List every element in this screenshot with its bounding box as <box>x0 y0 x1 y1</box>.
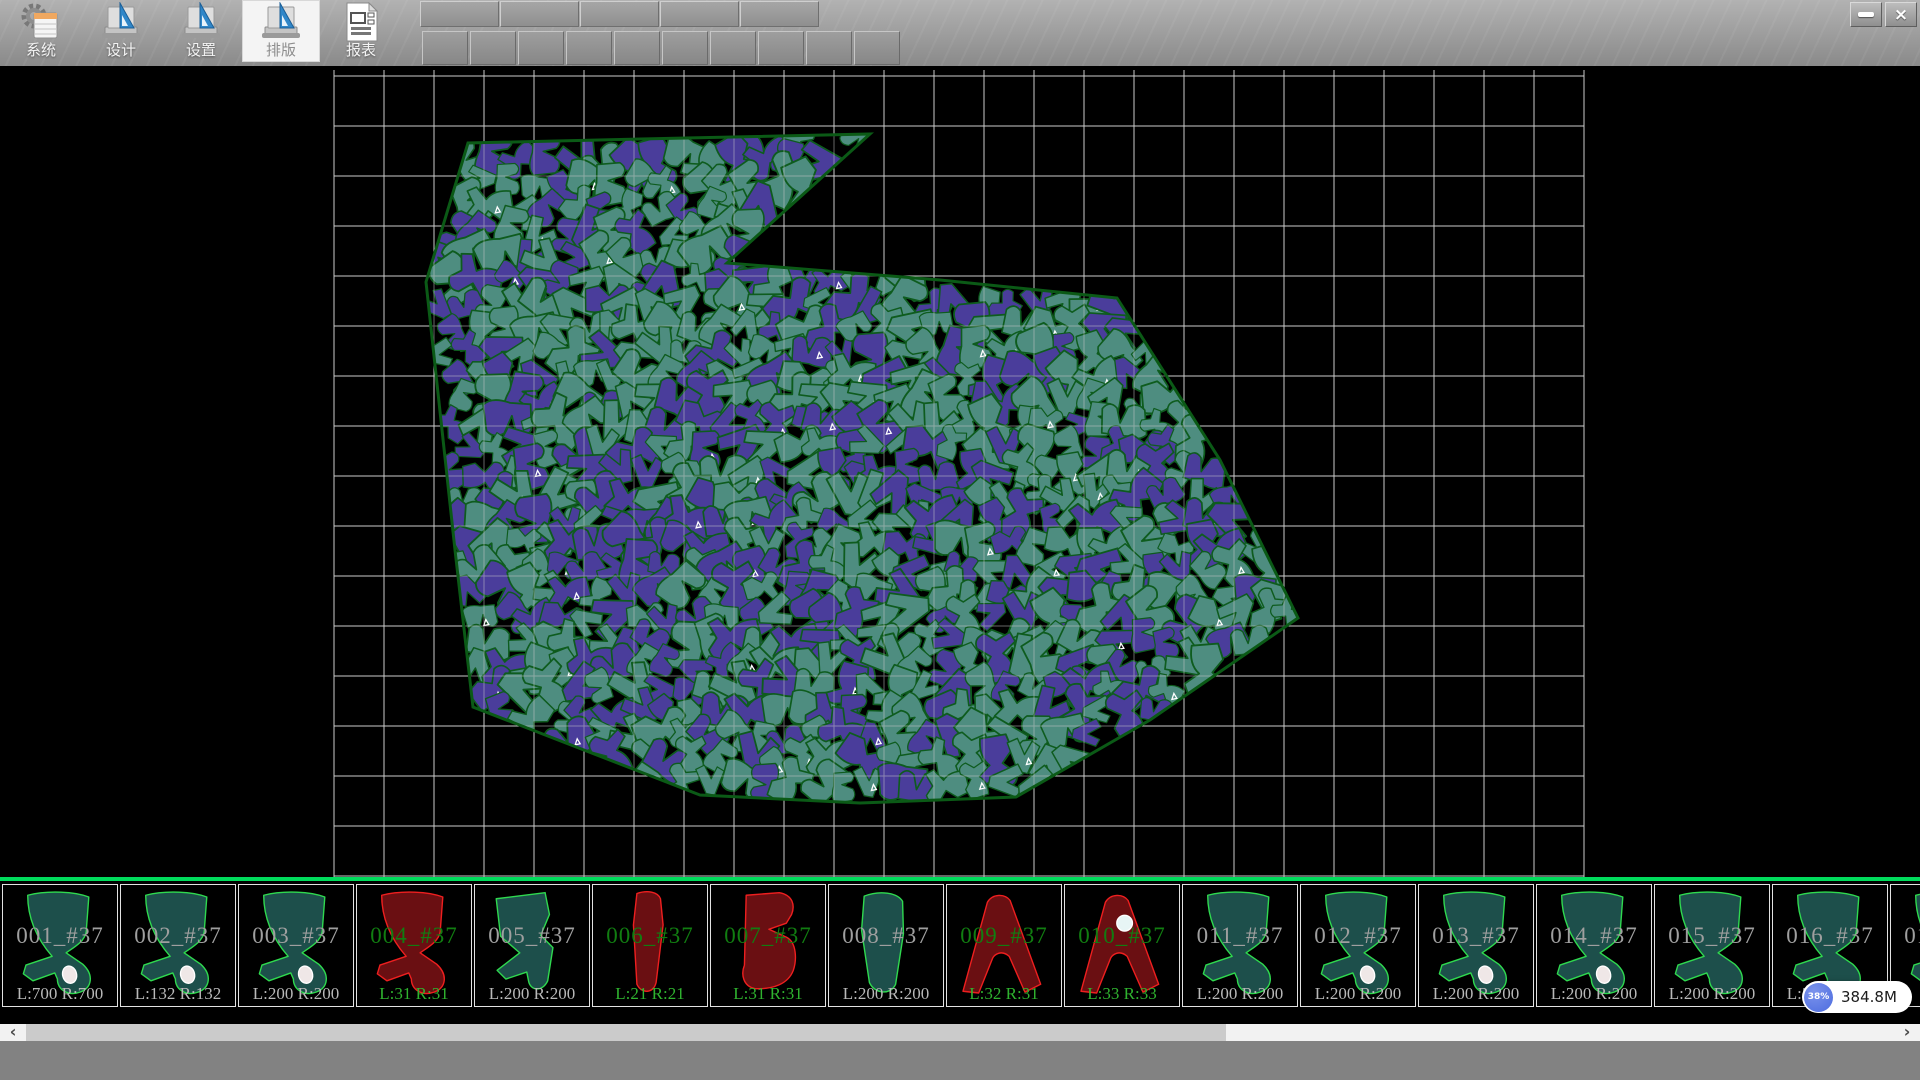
parts-strip: 001_#37L:700 R:700002_#37L:132 R:132003_… <box>0 881 1920 1010</box>
menu-item-编辑[interactable] <box>500 1 579 27</box>
tool-item-选割-2[interactable] <box>518 31 564 65</box>
part-lr-count: L:200 R:200 <box>1655 984 1769 1004</box>
main-toolbar: 系统设计设置排版报表 <box>2 0 402 66</box>
part-thumbnail-003_#37[interactable]: 003_#37 L:200 R:200 <box>238 884 354 1007</box>
toolbar-button-label: 排版 <box>242 39 320 60</box>
menu-item-交互[interactable] <box>740 1 819 27</box>
tool-item-左靠-6[interactable] <box>710 31 756 65</box>
part-lr-count: L:33 R:33 <box>1065 984 1179 1004</box>
part-id: 004_#37 <box>357 923 471 949</box>
tool-item-相机-1[interactable] <box>470 31 516 65</box>
nesting-canvas[interactable] <box>0 66 1920 877</box>
part-thumbnail-011_#37[interactable]: 011_#37 L:200 R:200 <box>1182 884 1298 1007</box>
settings-ruler-icon <box>179 2 223 42</box>
part-lr-count: L:200 R:200 <box>1301 984 1415 1004</box>
part-id: 001_#37 <box>3 923 117 949</box>
part-lr-count: L:700 R:700 <box>3 984 117 1004</box>
part-thumbnail-015_#37[interactable]: 015_#37 L:200 R:200 <box>1654 884 1770 1007</box>
part-thumbnail-013_#37[interactable]: 013_#37 L:200 R:200 <box>1418 884 1534 1007</box>
toolbar-button-设置[interactable]: 设置 <box>162 0 240 62</box>
part-lr-count: L:200 R:200 <box>239 984 353 1004</box>
part-id: 009_#37 <box>947 923 1061 949</box>
part-id: 014_#37 <box>1537 923 1651 949</box>
tool-item-下靠-9[interactable] <box>854 31 900 65</box>
part-thumbnail-004_#37[interactable]: 004_#37 L:31 R:31 <box>356 884 472 1007</box>
part-id: 016_#37 <box>1773 923 1887 949</box>
tool-item-右靠-7[interactable] <box>758 31 804 65</box>
menu-item-属性[interactable] <box>420 1 499 27</box>
tool-item-全割-3[interactable] <box>566 31 612 65</box>
memory-badge: 38% 384.8M <box>1802 981 1912 1013</box>
part-lr-count: L:21 R:21 <box>593 984 707 1004</box>
tool-bar <box>422 31 902 66</box>
toolbar-button-设计[interactable]: 设计 <box>82 0 160 62</box>
tool-item-聚排-0[interactable] <box>422 31 468 65</box>
toolbar: 系统设计设置排版报表 × <box>0 0 1920 66</box>
toolbar-button-排版[interactable]: 排版 <box>242 0 320 62</box>
part-thumbnail-007_#37[interactable]: 007_#37 L:31 R:31 <box>710 884 826 1007</box>
toolbar-button-label: 系统 <box>2 39 80 60</box>
part-id: 012_#37 <box>1301 923 1415 949</box>
part-lr-count: L:200 R:200 <box>829 984 943 1004</box>
tool-item-区域-4[interactable] <box>614 31 660 65</box>
minimize-icon <box>1858 12 1874 17</box>
design-ruler-icon <box>99 2 143 42</box>
tool-item-上靠-8[interactable] <box>806 31 852 65</box>
toolbar-button-报表[interactable]: 报表 <box>322 0 400 62</box>
close-button[interactable]: × <box>1885 2 1917 27</box>
part-lr-count: L:132 R:132 <box>121 984 235 1004</box>
part-id: 013_#37 <box>1419 923 1533 949</box>
part-thumbnail-001_#37[interactable]: 001_#37 L:700 R:700 <box>2 884 118 1007</box>
toolbar-button-label: 设计 <box>82 39 160 60</box>
part-thumbnail-006_#37[interactable]: 006_#37 L:21 R:21 <box>592 884 708 1007</box>
memory-value: 384.8M <box>1841 988 1897 1006</box>
part-thumbnail-009_#37[interactable]: 009_#37 L:32 R:31 <box>946 884 1062 1007</box>
report-doc-icon <box>339 2 383 42</box>
horizontal-scrollbar: ‹ › <box>0 1024 1920 1041</box>
part-thumbnail-002_#37[interactable]: 002_#37 L:132 R:132 <box>120 884 236 1007</box>
menu-bar <box>420 1 820 28</box>
part-id: 006_#37 <box>593 923 707 949</box>
part-thumbnail-012_#37[interactable]: 012_#37 L:200 R:200 <box>1300 884 1416 1007</box>
part-id: 011_#37 <box>1183 923 1297 949</box>
minimize-button[interactable] <box>1850 2 1882 27</box>
system-gear-icon <box>19 2 63 42</box>
part-lr-count: L:31 R:31 <box>711 984 825 1004</box>
scrollbar-thumb[interactable] <box>26 1024 1226 1041</box>
part-id: 005_#37 <box>475 923 589 949</box>
part-id: 007_#37 <box>711 923 825 949</box>
part-thumbnail-014_#37[interactable]: 014_#37 L:200 R:200 <box>1536 884 1652 1007</box>
part-lr-count: L:31 R:31 <box>357 984 471 1004</box>
menu-item-区域[interactable] <box>580 1 659 27</box>
status-bar <box>0 1041 1920 1080</box>
part-id: 017_#37 <box>1891 923 1920 949</box>
part-thumbnail-005_#37[interactable]: 005_#37 L:200 R:200 <box>474 884 590 1007</box>
progress-circle: 38% <box>1804 983 1833 1012</box>
part-lr-count: L:200 R:200 <box>1419 984 1533 1004</box>
part-lr-count: L:200 R:200 <box>1537 984 1651 1004</box>
nesting-ruler-icon <box>259 2 303 42</box>
part-id: 015_#37 <box>1655 923 1769 949</box>
nested-pieces-layer[interactable] <box>409 111 1313 811</box>
menu-item-排料[interactable] <box>660 1 739 27</box>
part-thumbnail-010_#37[interactable]: 010_#37 L:33 R:33 <box>1064 884 1180 1007</box>
tool-item-瑕疵-5[interactable] <box>662 31 708 65</box>
part-id: 010_#37 <box>1065 923 1179 949</box>
part-thumbnail-008_#37[interactable]: 008_#37 L:200 R:200 <box>828 884 944 1007</box>
part-id: 008_#37 <box>829 923 943 949</box>
toolbar-button-label: 设置 <box>162 39 240 60</box>
window-controls: × <box>1847 2 1917 27</box>
part-lr-count: L:200 R:200 <box>1183 984 1297 1004</box>
application-window: 系统设计设置排版报表 × 001_#37 L:700 R:700 002_#37 L:… <box>0 0 1920 1080</box>
toolbar-button-系统[interactable]: 系统 <box>2 0 80 62</box>
toolbar-button-label: 报表 <box>322 39 400 60</box>
scroll-right-button[interactable]: › <box>1894 1024 1920 1041</box>
part-id: 002_#37 <box>121 923 235 949</box>
part-lr-count: L:32 R:31 <box>947 984 1061 1004</box>
part-lr-count: L:200 R:200 <box>475 984 589 1004</box>
scroll-left-button[interactable]: ‹ <box>0 1024 26 1041</box>
part-id: 003_#37 <box>239 923 353 949</box>
